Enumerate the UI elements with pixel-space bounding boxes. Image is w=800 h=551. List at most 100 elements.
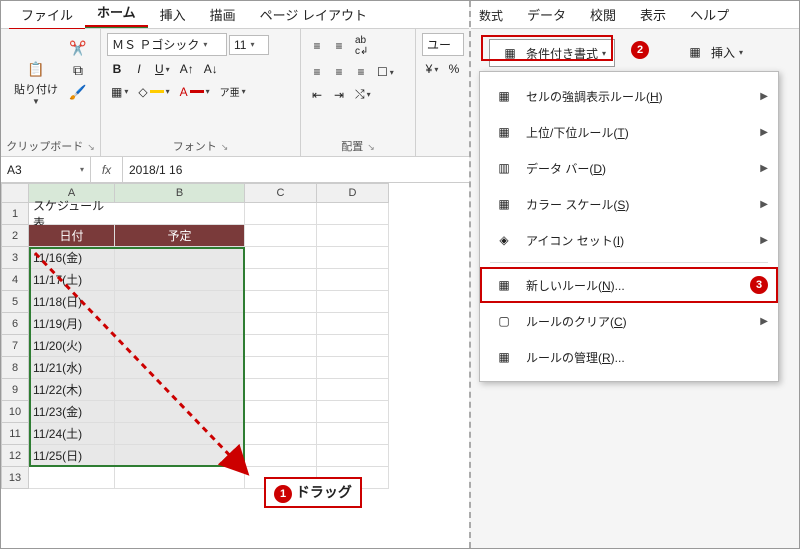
- tab-data[interactable]: データ: [515, 0, 578, 28]
- borders-button[interactable]: ▦▾: [107, 83, 132, 101]
- cell[interactable]: [29, 467, 115, 489]
- cell[interactable]: 11/17(土): [29, 269, 115, 291]
- cell[interactable]: [115, 291, 245, 313]
- cell[interactable]: [317, 357, 389, 379]
- row-header[interactable]: 7: [1, 335, 29, 357]
- cell[interactable]: [317, 379, 389, 401]
- col-header[interactable]: B: [115, 183, 245, 203]
- tab-help[interactable]: ヘルプ: [678, 0, 741, 28]
- cell[interactable]: [245, 313, 317, 335]
- font-color-button[interactable]: A▾: [176, 83, 214, 101]
- cell[interactable]: [115, 203, 245, 225]
- cell[interactable]: 11/23(金): [29, 401, 115, 423]
- fill-color-button[interactable]: ◇▾: [134, 83, 173, 101]
- row-header[interactable]: 6: [1, 313, 29, 335]
- number-format-combo[interactable]: ユー: [422, 33, 464, 56]
- cell[interactable]: [115, 445, 245, 467]
- tab-page-layout[interactable]: ページ レイアウト: [248, 0, 379, 28]
- cell[interactable]: [317, 423, 389, 445]
- cut-icon[interactable]: ✂️: [69, 39, 87, 57]
- cell[interactable]: [317, 335, 389, 357]
- cell[interactable]: [115, 423, 245, 445]
- fx-button[interactable]: fx: [91, 157, 123, 182]
- format-painter-icon[interactable]: 🖌️: [69, 83, 87, 101]
- decrease-font-button[interactable]: A↓: [200, 60, 222, 78]
- menu-icon-sets[interactable]: ◈ アイコン セット(I) ▶: [480, 222, 778, 258]
- cell[interactable]: [317, 269, 389, 291]
- align-center-button[interactable]: ≡: [329, 63, 349, 81]
- paste-button[interactable]: 📋 貼り付け ▼: [7, 33, 65, 133]
- cell[interactable]: [245, 225, 317, 247]
- select-all-corner[interactable]: [1, 183, 29, 203]
- cell[interactable]: 11/18(日): [29, 291, 115, 313]
- cell[interactable]: 11/19(月): [29, 313, 115, 335]
- cell[interactable]: [245, 445, 317, 467]
- cell[interactable]: [317, 291, 389, 313]
- menu-color-scales[interactable]: ▦ カラー スケール(S) ▶: [480, 186, 778, 222]
- align-top-button[interactable]: ≡: [307, 37, 327, 55]
- menu-data-bars[interactable]: ▥ データ バー(D) ▶: [480, 150, 778, 186]
- cell[interactable]: [245, 247, 317, 269]
- cell[interactable]: [245, 335, 317, 357]
- cell[interactable]: 11/20(火): [29, 335, 115, 357]
- cell[interactable]: [115, 401, 245, 423]
- tab-insert[interactable]: 挿入: [148, 0, 198, 28]
- row-header[interactable]: 8: [1, 357, 29, 379]
- merge-button[interactable]: ☐▾: [373, 63, 398, 81]
- cell[interactable]: [115, 357, 245, 379]
- bold-button[interactable]: B: [107, 60, 127, 78]
- italic-button[interactable]: I: [129, 60, 149, 78]
- row-header[interactable]: 3: [1, 247, 29, 269]
- row-header[interactable]: 2: [1, 225, 29, 247]
- tab-home[interactable]: ホーム: [85, 0, 148, 28]
- row-header[interactable]: 10: [1, 401, 29, 423]
- cell[interactable]: [115, 379, 245, 401]
- underline-button[interactable]: U▾: [151, 60, 174, 78]
- cell[interactable]: [115, 467, 245, 489]
- increase-font-button[interactable]: A↑: [176, 60, 198, 78]
- menu-new-rule[interactable]: ▦ 新しいルール(N)... 3: [480, 267, 778, 303]
- cell[interactable]: 11/16(金): [29, 247, 115, 269]
- cell[interactable]: [317, 401, 389, 423]
- cell[interactable]: スケジュール 表: [29, 203, 115, 225]
- cell[interactable]: [317, 203, 389, 225]
- tab-view[interactable]: 表示: [628, 0, 678, 28]
- decrease-indent-button[interactable]: ⇤: [307, 86, 327, 104]
- row-header[interactable]: 13: [1, 467, 29, 489]
- cell[interactable]: [317, 313, 389, 335]
- row-header[interactable]: 12: [1, 445, 29, 467]
- cell[interactable]: [115, 313, 245, 335]
- row-header[interactable]: 4: [1, 269, 29, 291]
- tab-draw[interactable]: 描画: [198, 0, 248, 28]
- conditional-formatting-button[interactable]: ▦ 条件付き書式▾: [489, 39, 615, 67]
- menu-manage-rules[interactable]: ▦ ルールの管理(R)...: [480, 339, 778, 375]
- font-name-combo[interactable]: ＭＳ Ｐゴシック▾: [107, 33, 227, 56]
- cell[interactable]: 11/21(水): [29, 357, 115, 379]
- row-header[interactable]: 9: [1, 379, 29, 401]
- row-header[interactable]: 5: [1, 291, 29, 313]
- menu-clear-rules[interactable]: ▢ ルールのクリア(C) ▶: [480, 303, 778, 339]
- currency-button[interactable]: ¥▾: [422, 60, 442, 78]
- tab-formulas[interactable]: 数式: [475, 2, 515, 28]
- tab-review[interactable]: 校閲: [578, 0, 628, 28]
- cell[interactable]: 日付: [29, 225, 115, 247]
- row-header[interactable]: 1: [1, 203, 29, 225]
- wrap-text-button[interactable]: abc↲: [351, 33, 372, 59]
- row-header[interactable]: 11: [1, 423, 29, 445]
- increase-indent-button[interactable]: ⇥: [329, 86, 349, 104]
- cell[interactable]: [245, 203, 317, 225]
- cell[interactable]: [115, 247, 245, 269]
- cell[interactable]: [245, 269, 317, 291]
- cell[interactable]: [245, 401, 317, 423]
- insert-cells-button[interactable]: ▦ 挿入▾: [675, 39, 751, 65]
- cell[interactable]: [245, 379, 317, 401]
- tab-file[interactable]: ファイル: [9, 0, 85, 28]
- cell[interactable]: [245, 291, 317, 313]
- menu-highlight-rules[interactable]: ▦ セルの強調表示ルール(H) ▶: [480, 78, 778, 114]
- cell[interactable]: [115, 269, 245, 291]
- cell[interactable]: 11/24(土): [29, 423, 115, 445]
- name-box[interactable]: A3▾: [1, 157, 91, 182]
- copy-icon[interactable]: ⧉: [69, 61, 87, 79]
- col-header[interactable]: D: [317, 183, 389, 203]
- cell[interactable]: 11/25(日): [29, 445, 115, 467]
